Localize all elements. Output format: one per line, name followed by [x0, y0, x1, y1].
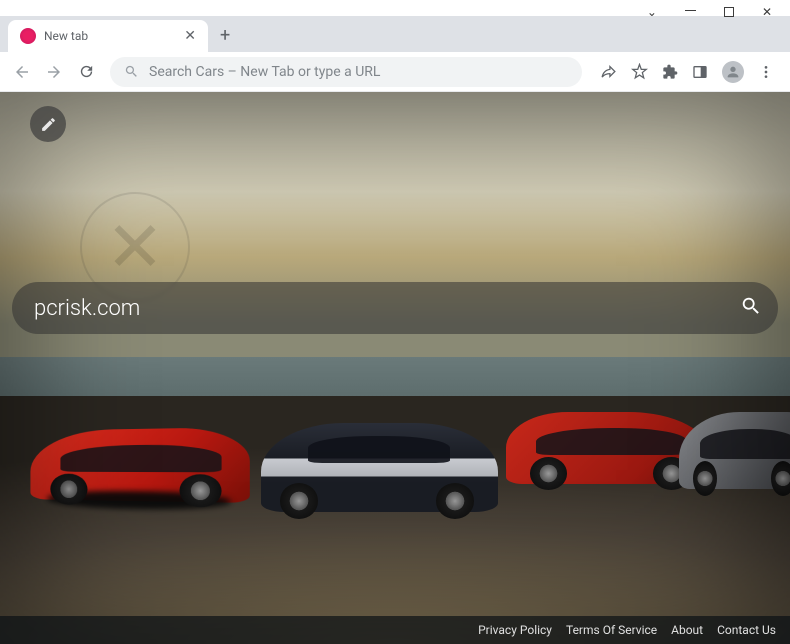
share-icon	[600, 63, 617, 80]
search-bar	[12, 282, 778, 334]
customize-button[interactable]	[30, 106, 66, 142]
car-red-left	[30, 427, 250, 503]
reload-icon	[78, 63, 95, 80]
arrow-right-icon	[45, 63, 63, 81]
footer-links: Privacy Policy Terms Of Service About Co…	[0, 616, 790, 644]
search-input[interactable]	[34, 296, 740, 321]
terms-of-service-link[interactable]: Terms Of Service	[566, 623, 657, 637]
omnibox[interactable]: Search Cars – New Tab or type a URL	[110, 57, 582, 87]
arrow-left-icon	[13, 63, 31, 81]
more-vert-icon	[758, 64, 774, 80]
page-content: ✕ Privacy Policy Terms Of Service About …	[0, 92, 790, 644]
browser-toolbar: Search Cars – New Tab or type a URL	[0, 52, 790, 92]
search-icon	[124, 64, 139, 79]
contact-us-link[interactable]: Contact Us	[717, 623, 776, 637]
omnibox-placeholder: Search Cars – New Tab or type a URL	[149, 64, 380, 80]
bookmark-button[interactable]	[631, 63, 648, 80]
car-center	[261, 423, 498, 511]
tab-close-icon[interactable]: ✕	[184, 28, 196, 44]
share-button[interactable]	[600, 63, 617, 80]
window-controls: ⌄ ✕	[0, 0, 790, 16]
puzzle-icon	[662, 64, 678, 80]
maximize-button[interactable]	[724, 7, 734, 17]
new-tab-button[interactable]: +	[208, 19, 242, 52]
profile-button[interactable]	[722, 61, 744, 83]
browser-tab[interactable]: New tab ✕	[8, 20, 208, 52]
search-button[interactable]	[740, 295, 762, 321]
back-button[interactable]	[8, 58, 36, 86]
tab-favicon-icon	[20, 28, 36, 44]
close-window-button[interactable]: ✕	[762, 5, 772, 19]
reload-button[interactable]	[72, 58, 100, 86]
person-icon	[725, 64, 741, 80]
minimize-button[interactable]	[685, 10, 696, 11]
extensions-button[interactable]	[662, 64, 678, 80]
tab-bar: New tab ✕ +	[0, 16, 790, 52]
tab-title: New tab	[44, 29, 176, 43]
privacy-policy-link[interactable]: Privacy Policy	[478, 623, 552, 637]
star-icon	[631, 63, 648, 80]
panel-icon	[692, 64, 708, 80]
menu-button[interactable]	[758, 64, 774, 80]
about-link[interactable]: About	[671, 623, 703, 637]
chevron-down-icon[interactable]: ⌄	[647, 5, 657, 19]
forward-button[interactable]	[40, 58, 68, 86]
search-icon	[740, 295, 762, 317]
toolbar-actions	[592, 61, 782, 83]
sidepanel-button[interactable]	[692, 64, 708, 80]
edit-icon	[40, 116, 57, 133]
